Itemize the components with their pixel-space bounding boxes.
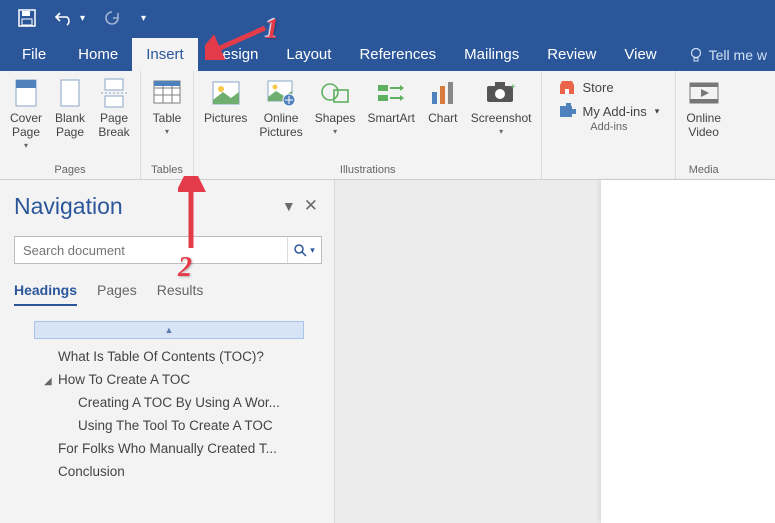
- tab-file[interactable]: File: [0, 38, 64, 71]
- group-tables: Table ▾ Tables: [141, 71, 194, 179]
- tab-mailings[interactable]: Mailings: [450, 38, 533, 71]
- nav-tab-headings[interactable]: Headings: [14, 282, 77, 306]
- smartart-icon: [375, 77, 407, 109]
- online-video-label: Online Video: [686, 111, 721, 139]
- svg-text:+: +: [510, 82, 516, 93]
- store-label: Store: [582, 80, 613, 95]
- my-addins-button[interactable]: My Add-ins ▾: [558, 103, 659, 119]
- page-break-label: Page Break: [98, 111, 129, 139]
- tree-jump-top[interactable]: ▲: [34, 321, 304, 339]
- document-page[interactable]: [601, 180, 775, 523]
- shapes-icon: [319, 77, 351, 109]
- search-icon: [294, 244, 307, 257]
- qat-customize-icon[interactable]: ▾: [139, 13, 146, 24]
- store-icon: [558, 79, 576, 95]
- navigation-dropdown-icon[interactable]: ▼: [278, 194, 300, 218]
- online-pictures-label: Online Pictures: [259, 111, 302, 139]
- tab-view[interactable]: View: [610, 38, 670, 71]
- annotation-number-2: 2: [178, 252, 192, 284]
- undo-icon[interactable]: ▾: [54, 10, 85, 26]
- table-label: Table: [153, 111, 182, 125]
- undo-dropdown-icon[interactable]: ▾: [80, 13, 85, 24]
- navigation-tree: ▲ What Is Table Of Contents (TOC)? ◢How …: [14, 321, 322, 483]
- store-button[interactable]: Store: [558, 79, 659, 95]
- shapes-button[interactable]: Shapes▾: [309, 73, 362, 162]
- lightbulb-icon: [689, 47, 703, 63]
- group-illustrations: Pictures Online Pictures Shapes▾ SmartAr…: [194, 71, 542, 179]
- cover-page-button[interactable]: Cover Page▾: [4, 73, 48, 162]
- online-video-button[interactable]: Online Video: [680, 73, 727, 162]
- cover-page-label: Cover Page: [10, 111, 42, 139]
- redo-icon[interactable]: [103, 10, 121, 26]
- navigation-search[interactable]: ▾: [14, 236, 322, 264]
- table-icon: [151, 77, 183, 109]
- collapse-icon[interactable]: ◢: [44, 376, 56, 387]
- tab-layout[interactable]: Layout: [272, 38, 345, 71]
- heading-label: How To Create A TOC: [58, 372, 190, 387]
- group-illustrations-label: Illustrations: [198, 162, 537, 179]
- navigation-pane: Navigation ▼ ✕ ▾ Headings Pages Results …: [0, 180, 335, 523]
- group-media-label: Media: [680, 162, 727, 179]
- blank-page-label: Blank Page: [55, 111, 85, 139]
- cover-page-icon: [10, 77, 42, 109]
- tab-insert[interactable]: Insert: [132, 38, 198, 71]
- blank-page-button[interactable]: Blank Page: [48, 73, 92, 162]
- main-area: Navigation ▼ ✕ ▾ Headings Pages Results …: [0, 180, 775, 523]
- chevron-down-icon: ▾: [310, 245, 315, 256]
- heading-item[interactable]: Using The Tool To Create A TOC: [14, 414, 322, 437]
- page-break-button[interactable]: Page Break: [92, 73, 136, 162]
- shapes-label: Shapes: [315, 111, 356, 125]
- group-pages: Cover Page▾ Blank Page Page Break Pages: [0, 71, 141, 179]
- navigation-title: Navigation: [14, 193, 278, 220]
- quick-access-toolbar: ▾ ▾: [0, 0, 775, 36]
- pictures-button[interactable]: Pictures: [198, 73, 253, 162]
- table-button[interactable]: Table ▾: [145, 73, 189, 162]
- group-pages-label: Pages: [4, 162, 136, 179]
- save-icon[interactable]: [18, 9, 36, 27]
- video-icon: [688, 77, 720, 109]
- my-addins-label: My Add-ins: [582, 104, 646, 119]
- annotation-number-1: 1: [265, 14, 279, 46]
- annotation-arrow-2: [178, 176, 208, 254]
- chevron-down-icon: ▾: [655, 106, 660, 117]
- heading-item[interactable]: Conclusion: [14, 460, 322, 483]
- screenshot-label: Screenshot: [471, 111, 532, 125]
- screenshot-button[interactable]: + Screenshot▾: [465, 73, 538, 162]
- addins-icon: [558, 103, 576, 119]
- group-addins: Store My Add-ins ▾ Add-ins: [542, 71, 676, 179]
- tab-home[interactable]: Home: [64, 38, 132, 71]
- navigation-tabs: Headings Pages Results: [14, 282, 322, 307]
- tab-references[interactable]: References: [345, 38, 450, 71]
- pictures-label: Pictures: [204, 111, 247, 125]
- chart-icon: [427, 77, 459, 109]
- group-media: Online Video Media: [676, 71, 731, 179]
- document-area: [335, 180, 775, 523]
- chart-label: Chart: [428, 111, 457, 125]
- search-input[interactable]: [15, 239, 287, 262]
- smartart-button[interactable]: SmartArt: [361, 73, 420, 162]
- heading-item[interactable]: What Is Table Of Contents (TOC)?: [14, 345, 322, 368]
- heading-item[interactable]: Creating A TOC By Using A Wor...: [14, 391, 322, 414]
- chart-button[interactable]: Chart: [421, 73, 465, 162]
- online-pictures-icon: [265, 77, 297, 109]
- tab-review[interactable]: Review: [533, 38, 610, 71]
- blank-page-icon: [54, 77, 86, 109]
- nav-tab-pages[interactable]: Pages: [97, 282, 137, 306]
- ribbon: Cover Page▾ Blank Page Page Break Pages …: [0, 71, 775, 180]
- online-pictures-button[interactable]: Online Pictures: [253, 73, 308, 162]
- heading-item[interactable]: ◢How To Create A TOC: [14, 368, 322, 391]
- tell-me-search[interactable]: Tell me w: [681, 39, 775, 71]
- tell-me-label: Tell me w: [709, 47, 767, 63]
- close-icon[interactable]: ✕: [300, 192, 322, 220]
- search-button[interactable]: ▾: [287, 237, 321, 263]
- heading-item[interactable]: For Folks Who Manually Created T...: [14, 437, 322, 460]
- page-break-icon: [98, 77, 130, 109]
- ribbon-tabs: File Home Insert Design Layout Reference…: [0, 36, 775, 71]
- nav-tab-results[interactable]: Results: [157, 282, 204, 306]
- group-addins-label: Add-ins: [546, 119, 671, 136]
- smartart-label: SmartArt: [367, 111, 414, 125]
- screenshot-icon: +: [485, 77, 517, 109]
- pictures-icon: [210, 77, 242, 109]
